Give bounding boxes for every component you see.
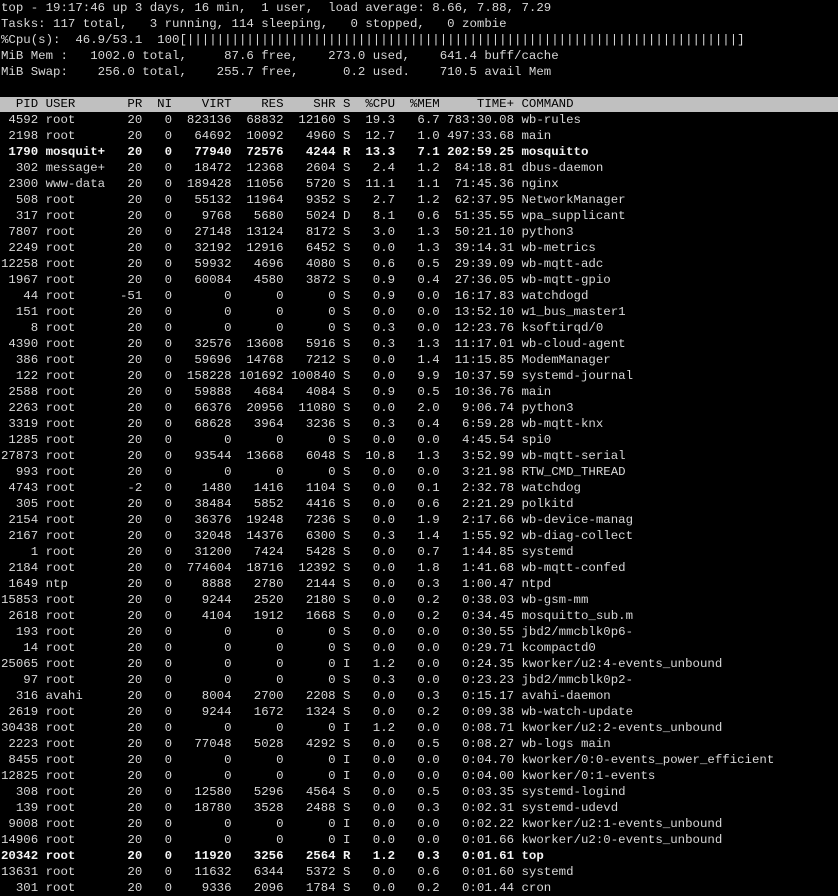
process-row: 316 avahi 20 0 8004 2700 2208 S 0.0 0.3 … [1,689,611,703]
summary-cpu-line: %Cpu(s): 46.9/53.1 100[|||||||||||||||||… [1,33,745,47]
process-row: 2618 root 20 0 4104 1912 1668 S 0.0 0.2 … [1,609,634,623]
process-row: 8455 root 20 0 0 0 0 I 0.0 0.0 0:04.70 k… [1,753,775,767]
process-row: 2154 root 20 0 36376 19248 7236 S 0.0 1.… [1,513,634,527]
process-row: 2184 root 20 0 774604 18716 12392 S 0.0 … [1,561,626,575]
process-row: 25065 root 20 0 0 0 0 I 1.2 0.0 0:24.35 … [1,657,723,671]
process-row: 386 root 20 0 59696 14768 7212 S 0.0 1.4… [1,353,611,367]
process-row: 301 root 20 0 9336 2096 1784 S 0.0 0.2 0… [1,881,552,895]
process-table-header: PID USER PR NI VIRT RES SHR S %CPU %MEM … [0,97,838,112]
process-row: 7807 root 20 0 27148 13124 8172 S 3.0 1.… [1,225,574,239]
summary-memory-line: MiB Mem : 1002.0 total, 87.6 free, 273.0… [1,49,559,63]
process-row: 44 root -51 0 0 0 0 S 0.9 0.0 16:17.83 w… [1,289,589,303]
process-row: 30438 root 20 0 0 0 0 I 1.2 0.0 0:08.71 … [1,721,723,735]
process-row: 1 root 20 0 31200 7424 5428 S 0.0 0.7 1:… [1,545,574,559]
process-row: 2223 root 20 0 77048 5028 4292 S 0.0 0.5… [1,737,611,751]
process-row: 2249 root 20 0 32192 12916 6452 S 0.0 1.… [1,241,596,255]
process-row: 305 root 20 0 38484 5852 4416 S 0.0 0.6 … [1,497,574,511]
process-row: 2588 root 20 0 59888 4684 4084 S 0.9 0.5… [1,385,552,399]
process-row: 2167 root 20 0 32048 14376 6300 S 0.3 1.… [1,529,634,543]
process-row: 302 message+ 20 0 18472 12368 2604 S 2.4… [1,161,604,175]
process-row: 508 root 20 0 55132 11964 9352 S 2.7 1.2… [1,193,626,207]
process-row: 993 root 20 0 0 0 0 S 0.0 0.0 3:21.98 RT… [1,465,626,479]
process-row: 151 root 20 0 0 0 0 S 0.0 0.0 13:52.10 w… [1,305,626,319]
process-row: 122 root 20 0 158228 101692 100840 S 0.0… [1,369,634,383]
process-row: 9008 root 20 0 0 0 0 I 0.0 0.0 0:02.22 k… [1,817,723,831]
terminal-window[interactable]: top - 19:17:46 up 3 days, 16 min, 1 user… [0,0,838,896]
process-row: 4743 root -2 0 1480 1416 1104 S 0.0 0.1 … [1,481,581,495]
process-row: 4592 root 20 0 823136 68832 12160 S 19.3… [1,113,581,127]
process-row: 2300 www-data 20 0 189428 11056 5720 S 1… [1,177,559,191]
summary-swap-line: MiB Swap: 256.0 total, 255.7 free, 0.2 u… [1,65,552,79]
process-row: 193 root 20 0 0 0 0 S 0.0 0.0 0:30.55 jb… [1,625,634,639]
process-row: 2619 root 20 0 9244 1672 1324 S 0.0 0.2 … [1,705,634,719]
process-row: 12258 root 20 0 59932 4696 4080 S 0.6 0.… [1,257,604,271]
process-row: 20342 root 20 0 11920 3256 2564 R 1.2 0.… [1,849,544,863]
process-row: 8 root 20 0 0 0 0 S 0.3 0.0 12:23.76 kso… [1,321,604,335]
process-row: 4390 root 20 0 32576 13608 5916 S 0.3 1.… [1,337,626,351]
process-row: 308 root 20 0 12580 5296 4564 S 0.0 0.5 … [1,785,626,799]
process-row: 2198 root 20 0 64692 10092 4960 S 12.7 1… [1,129,552,143]
process-row: 27873 root 20 0 93544 13668 6048 S 10.8 … [1,449,626,463]
summary-blank-line [0,80,838,96]
process-row: 1790 mosquit+ 20 0 77940 72576 4244 R 13… [1,145,589,159]
summary-tasks-line: Tasks: 117 total, 3 running, 114 sleepin… [1,17,507,31]
process-row: 1649 ntp 20 0 8888 2780 2144 S 0.0 0.3 1… [1,577,552,591]
process-row: 2263 root 20 0 66376 20956 11080 S 0.0 2… [1,401,574,415]
process-row: 1285 root 20 0 0 0 0 S 0.0 0.0 4:45.54 s… [1,433,552,447]
process-row: 97 root 20 0 0 0 0 S 0.3 0.0 0:23.23 jbd… [1,673,634,687]
process-row: 3319 root 20 0 68628 3964 3236 S 0.3 0.4… [1,417,604,431]
process-row: 12825 root 20 0 0 0 0 I 0.0 0.0 0:04.00 … [1,769,656,783]
process-row: 1967 root 20 0 60084 4580 3872 S 0.9 0.4… [1,273,611,287]
process-row: 15853 root 20 0 9244 2520 2180 S 0.0 0.2… [1,593,589,607]
process-row: 139 root 20 0 18780 3528 2488 S 0.0 0.3 … [1,801,619,815]
process-row: 317 root 20 0 9768 5680 5024 D 8.1 0.6 5… [1,209,626,223]
process-row: 14906 root 20 0 0 0 0 I 0.0 0.0 0:01.66 … [1,833,723,847]
process-row: 13631 root 20 0 11632 6344 5372 S 0.0 0.… [1,865,574,879]
process-table: 4592 root 20 0 823136 68832 12160 S 19.3… [0,112,838,896]
process-row: 14 root 20 0 0 0 0 S 0.0 0.0 0:29.71 kco… [1,641,596,655]
summary-uptime-line: top - 19:17:46 up 3 days, 16 min, 1 user… [1,1,552,15]
